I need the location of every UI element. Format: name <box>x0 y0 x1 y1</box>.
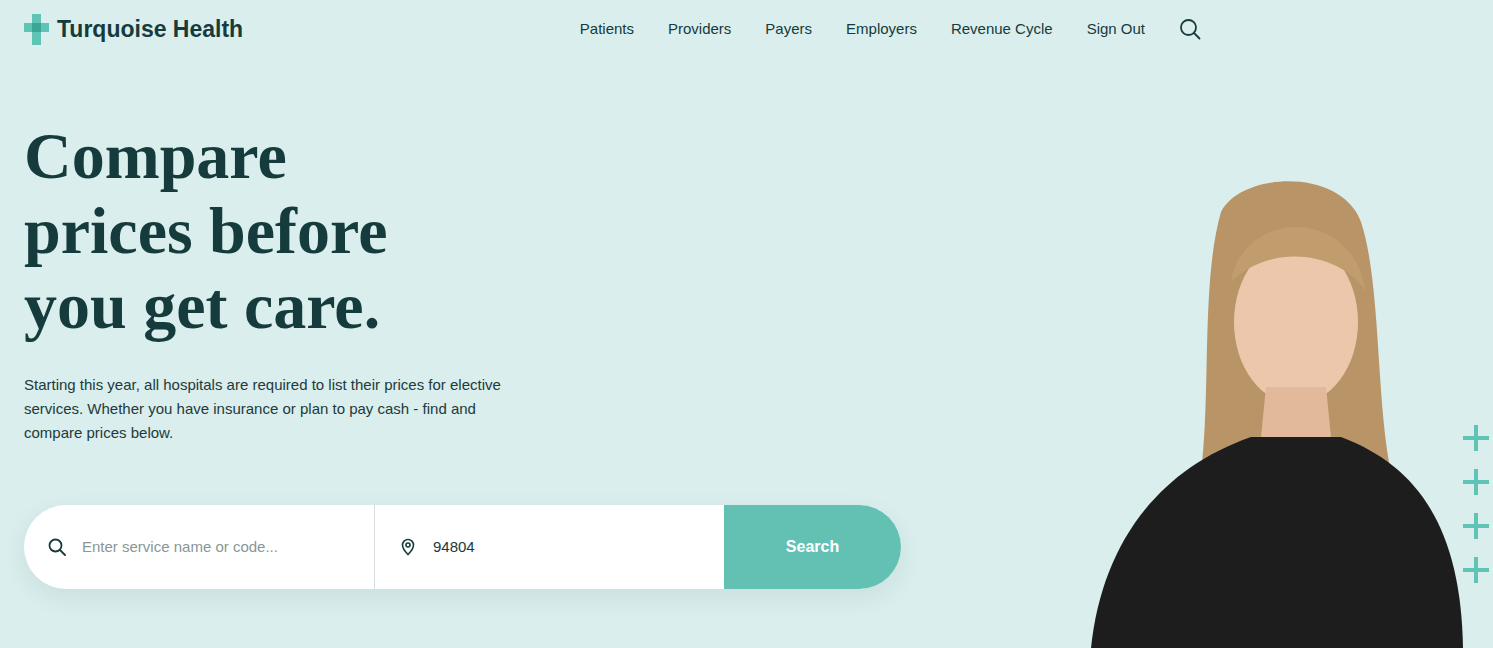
title-line: you get care. <box>24 268 924 343</box>
photo-area <box>1091 172 1493 648</box>
logo[interactable]: Turquoise Health <box>24 12 243 47</box>
title-line: Compare <box>24 118 924 193</box>
location-pin-icon <box>399 538 417 556</box>
search-bar: Search <box>24 505 901 589</box>
plus-icon <box>1463 466 1489 498</box>
logo-text[interactable]: Turquoise Health <box>57 12 243 47</box>
hero: Compareprices beforeyou get care. Starti… <box>0 58 1493 648</box>
nav-link[interactable]: Payers <box>765 18 812 41</box>
plus-logo-icon <box>24 14 49 45</box>
search-icon[interactable] <box>1179 18 1201 40</box>
title-line: prices before <box>24 193 924 268</box>
nav-link[interactable]: Patients <box>580 18 634 41</box>
nav-link[interactable]: Sign Out <box>1087 18 1145 41</box>
search-button[interactable]: Search <box>724 505 901 589</box>
location-input[interactable] <box>431 535 702 560</box>
hero-title: Compareprices beforeyou get care. <box>24 118 924 343</box>
hero-description: Starting this year, all hospitals are re… <box>24 373 514 445</box>
decoration <box>1463 422 1493 648</box>
service-input[interactable] <box>80 535 352 560</box>
hero-text: Compareprices beforeyou get care. Starti… <box>24 58 924 648</box>
main-nav: Patients Providers Payers Employers Revenue … <box>580 18 1469 41</box>
top-bar: Turquoise Health Patients Providers Payers… <box>0 0 1493 58</box>
nav-link[interactable]: Providers <box>668 18 731 41</box>
nav-link[interactable]: Revenue Cycle <box>951 18 1053 41</box>
search-icon <box>48 538 66 556</box>
location-field[interactable] <box>374 505 724 589</box>
plus-icon <box>1463 554 1489 586</box>
service-field[interactable] <box>24 505 374 589</box>
person-photo <box>1091 172 1463 648</box>
nav-link[interactable]: Employers <box>846 18 917 41</box>
plus-icon <box>1463 510 1489 542</box>
plus-icon <box>1463 422 1489 454</box>
